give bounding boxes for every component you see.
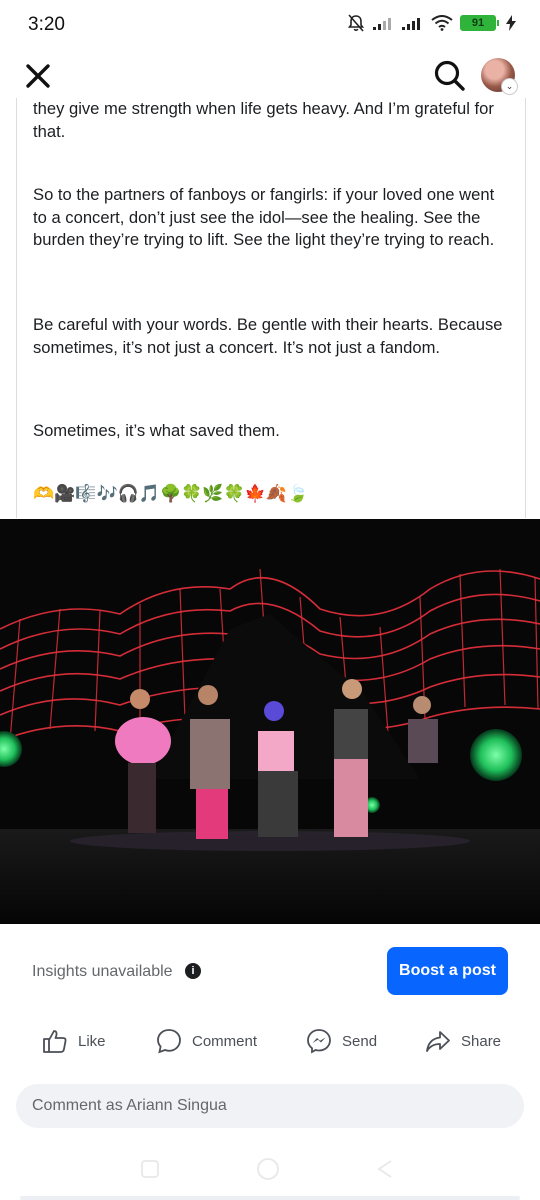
post-paragraph: Sometimes, it’s what saved them.	[33, 421, 280, 440]
comment-input[interactable]: Comment as Ariann Singua	[16, 1084, 524, 1128]
send-button[interactable]: Send	[306, 1028, 377, 1054]
boost-post-button[interactable]: Boost a post	[387, 947, 508, 995]
share-button[interactable]: Share	[425, 1028, 501, 1054]
wifi-icon	[431, 15, 453, 31]
insights-row: Insights unavailable i Boost a post	[0, 936, 540, 1006]
back-icon[interactable]	[374, 1158, 396, 1180]
status-icons: 91	[346, 13, 516, 33]
close-icon[interactable]	[22, 60, 54, 92]
battery-level: 91	[460, 15, 496, 31]
like-label: Like	[78, 1032, 106, 1050]
post-body: they give me strength when life gets hea…	[16, 98, 526, 518]
recents-icon[interactable]	[139, 1158, 161, 1180]
battery-icon: 91	[460, 15, 499, 31]
avatar-dropdown-icon[interactable]: ⌄	[501, 78, 518, 95]
like-button[interactable]: Like	[42, 1028, 106, 1054]
post-paragraph: So to the partners of fanboys or fangirl…	[33, 185, 495, 249]
share-label: Share	[461, 1032, 502, 1050]
status-time: 3:20	[28, 14, 65, 35]
post-paragraph: Be careful with your words. Be gentle wi…	[33, 315, 503, 357]
search-icon[interactable]	[432, 58, 466, 92]
emoji-row: 🫶🎥🎼🎶🎧🎵🌳🍀🌿🍀🍁🍂🍃	[33, 484, 309, 503]
nav-divider	[20, 1196, 520, 1200]
info-icon[interactable]: i	[185, 963, 201, 979]
status-bar: 3:20 91	[0, 0, 540, 50]
thumbs-up-icon	[43, 1030, 67, 1053]
send-label: Send	[342, 1032, 378, 1050]
comment-placeholder: Comment as Ariann Singua	[32, 1097, 227, 1114]
comment-button[interactable]: Comment	[156, 1028, 257, 1054]
mute-bell-icon	[347, 14, 365, 32]
comment-label: Comment	[192, 1032, 258, 1050]
top-bar	[0, 50, 540, 102]
signal-icon	[373, 18, 391, 30]
charging-bolt-icon	[506, 15, 516, 31]
messenger-icon	[307, 1029, 331, 1054]
comment-icon	[157, 1029, 181, 1054]
share-arrow-icon	[426, 1031, 450, 1052]
concert-photo[interactable]	[0, 519, 540, 924]
signal-icon	[402, 18, 420, 30]
home-icon[interactable]	[256, 1157, 280, 1181]
system-nav-bar	[0, 1138, 540, 1200]
action-bar: Like Comment Send Share	[0, 1018, 540, 1068]
insights-text: Insights unavailable	[32, 963, 173, 980]
post-paragraph: they give me strength when life gets hea…	[33, 99, 494, 141]
